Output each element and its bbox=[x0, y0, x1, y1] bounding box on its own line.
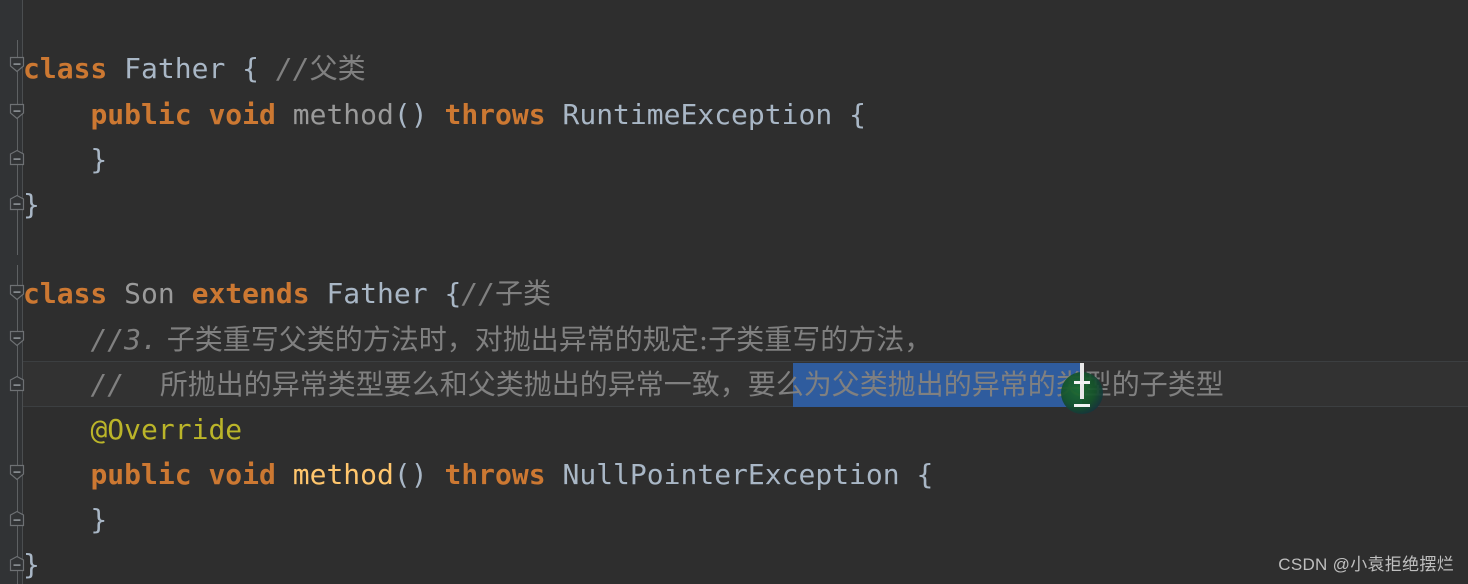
code-token: NullPointerException bbox=[562, 458, 917, 491]
code-token: Father bbox=[124, 52, 243, 85]
code-token: () bbox=[393, 458, 445, 491]
code-token: Son bbox=[124, 277, 192, 310]
code-token: method bbox=[292, 98, 394, 131]
code-token: method bbox=[292, 458, 394, 491]
code-token: //3. bbox=[90, 323, 158, 356]
fold-marker-class-son-icon[interactable] bbox=[8, 284, 26, 302]
code-token: } bbox=[23, 503, 108, 536]
code-token: 子类重写父类的方法时，对抛出异常的规定:子类重写的方法， bbox=[157, 323, 933, 356]
code-token: { bbox=[916, 458, 934, 491]
fold-marker-comment-1-icon[interactable] bbox=[8, 330, 26, 348]
code-line[interactable]: class Father { //父类 bbox=[23, 46, 366, 91]
code-token: { bbox=[242, 52, 276, 85]
code-line[interactable]: //3. 子类重写父类的方法时，对抛出异常的规定:子类重写的方法， bbox=[23, 317, 932, 362]
code-line[interactable]: public void method() throws RuntimeExcep… bbox=[23, 92, 866, 137]
code-token: 所抛出的异常类型要么和父类抛出的异常一致，要么为父类抛出的异常的类型的子类型 bbox=[124, 368, 1224, 401]
code-token: class bbox=[23, 277, 125, 310]
fold-marker-comment-2-icon[interactable] bbox=[8, 375, 26, 393]
code-token: } bbox=[23, 143, 108, 176]
code-token: class bbox=[23, 52, 125, 85]
code-line[interactable]: class Son extends Father {//子类 bbox=[23, 271, 551, 316]
code-line[interactable]: public void method() throws NullPointerE… bbox=[23, 452, 933, 497]
code-token: // bbox=[90, 368, 125, 401]
fold-marker-close-son-inner-icon[interactable] bbox=[8, 510, 26, 528]
code-token: 子类 bbox=[495, 277, 552, 310]
code-token: { bbox=[444, 277, 462, 310]
code-line[interactable]: // 所抛出的异常类型要么和父类抛出的异常一致，要么为父类抛出的异常的类型的子类… bbox=[23, 362, 1224, 407]
code-token: // bbox=[461, 277, 496, 310]
fold-spine-lower bbox=[17, 265, 18, 584]
code-token: public void bbox=[90, 458, 293, 491]
code-token: RuntimeException bbox=[562, 98, 850, 131]
code-line[interactable]: @Override bbox=[23, 407, 242, 452]
code-token: extends bbox=[191, 277, 327, 310]
csdn-watermark: CSDN @小袁拒绝摆烂 bbox=[1278, 555, 1454, 574]
code-line[interactable]: } bbox=[23, 497, 107, 542]
code-token: { bbox=[849, 98, 866, 131]
fold-marker-close-son-icon[interactable] bbox=[8, 555, 26, 573]
fold-marker-class-father-icon[interactable] bbox=[8, 56, 26, 74]
fold-marker-method-son-icon[interactable] bbox=[8, 464, 26, 482]
fold-marker-close-father-icon[interactable] bbox=[8, 194, 26, 212]
code-token: throws bbox=[444, 458, 563, 491]
code-token: public void bbox=[90, 98, 293, 131]
code-token: @Override bbox=[90, 413, 243, 446]
code-editor-window: class Father { //父类 public void method()… bbox=[0, 0, 1468, 584]
editor-text-area[interactable]: class Father { //父类 public void method()… bbox=[23, 0, 1468, 584]
code-token: 父类 bbox=[309, 52, 366, 85]
code-token: throws bbox=[444, 98, 563, 131]
fold-marker-method-father-icon[interactable] bbox=[8, 103, 26, 121]
fold-marker-close-inner-icon[interactable] bbox=[8, 149, 26, 167]
code-line[interactable]: } bbox=[23, 137, 107, 182]
code-token: Father bbox=[326, 277, 445, 310]
code-token: () bbox=[393, 98, 445, 131]
code-token: // bbox=[275, 52, 310, 85]
